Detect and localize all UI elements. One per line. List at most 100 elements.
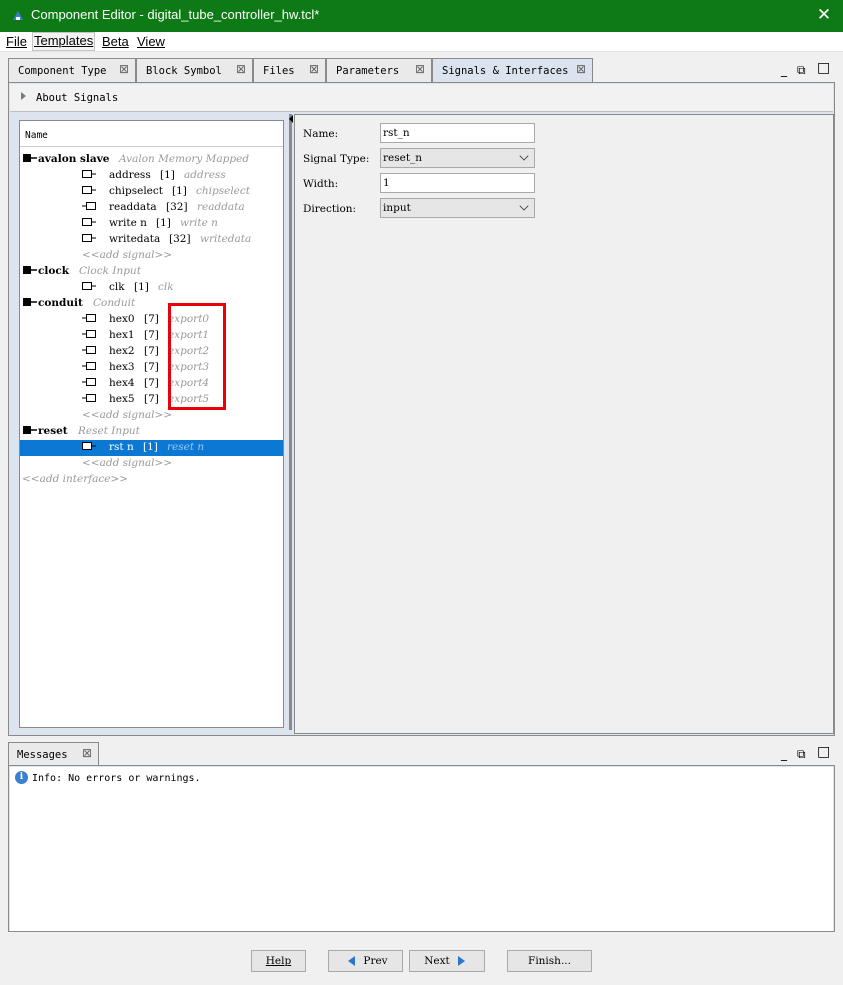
menu-file[interactable]: File bbox=[6, 34, 27, 49]
tree-signal-readdata[interactable]: readdata [32] readdata bbox=[20, 200, 283, 216]
prev-button[interactable]: Prev bbox=[328, 950, 403, 972]
signal-name: writedata bbox=[109, 233, 161, 245]
signal-name: hex3 bbox=[109, 361, 135, 373]
chevron-down-icon bbox=[519, 201, 529, 211]
tab-close-icon[interactable]: ⊠ bbox=[236, 62, 246, 76]
signal-name: chipselect bbox=[109, 185, 163, 197]
menu-view[interactable]: View bbox=[137, 34, 165, 49]
menu-beta[interactable]: Beta bbox=[102, 34, 129, 49]
tab-block-symbol[interactable]: Block Symbol ⊠ bbox=[136, 58, 253, 82]
signal-type-label: Signal Type: bbox=[303, 153, 370, 165]
tree-interface-clock[interactable]: clock Clock Input bbox=[20, 264, 283, 280]
tab-signals-interfaces[interactable]: Signals & Interfaces ⊠ bbox=[432, 58, 593, 82]
signal-type: chipselect bbox=[196, 185, 250, 197]
splitter-arrow-icon[interactable] bbox=[289, 115, 293, 123]
next-button[interactable]: Next bbox=[409, 950, 485, 972]
output-port-icon bbox=[82, 201, 96, 210]
restore-icon[interactable]: ⧉ bbox=[797, 63, 806, 78]
interface-type: Clock Input bbox=[79, 265, 141, 277]
signal-type: reset n bbox=[167, 441, 205, 453]
restore-icon[interactable]: ⧉ bbox=[797, 747, 806, 762]
direction-value: input bbox=[383, 202, 411, 214]
signal-name: write n bbox=[109, 217, 147, 229]
tree-signal-address[interactable]: address [1] address bbox=[20, 168, 283, 184]
about-signals-section[interactable]: About Signals bbox=[10, 84, 833, 112]
add-interface-label: <<add interface>> bbox=[22, 473, 129, 485]
name-input[interactable]: rst_n bbox=[380, 123, 535, 143]
direction-select[interactable]: input bbox=[380, 198, 535, 218]
info-message: Info: No errors or warnings. bbox=[32, 773, 201, 784]
tab-close-icon[interactable]: ⊠ bbox=[119, 62, 129, 76]
add-signal-link[interactable]: <<add signal>> bbox=[20, 408, 283, 424]
signal-width: [1] bbox=[156, 217, 171, 229]
tree-signal-rst-n[interactable]: rst n [1] reset n bbox=[20, 440, 283, 456]
interface-icon bbox=[23, 265, 37, 274]
tab-close-icon[interactable]: ⊠ bbox=[309, 62, 319, 76]
tree-signal-write-n[interactable]: write n [1] write n bbox=[20, 216, 283, 232]
tree-signal-chipselect[interactable]: chipselect [1] chipselect bbox=[20, 184, 283, 200]
input-port-icon bbox=[82, 217, 96, 226]
signal-width: [1] bbox=[172, 185, 187, 197]
signal-type: write n bbox=[180, 217, 218, 229]
menu-templates[interactable]: Templates bbox=[32, 32, 96, 51]
chevron-down-icon bbox=[519, 151, 529, 161]
add-interface-link[interactable]: <<add interface>> bbox=[20, 472, 283, 488]
messages-tab-strip: Messages ⊠ _ ⧉ □ bbox=[8, 742, 835, 766]
signal-name: hex5 bbox=[109, 393, 135, 405]
tree-interface-avalon-slave[interactable]: avalon slave Avalon Memory Mapped bbox=[20, 152, 283, 168]
output-port-icon bbox=[82, 313, 96, 322]
messages-list: i Info: No errors or warnings. bbox=[10, 767, 833, 931]
tab-files[interactable]: Files ⊠ bbox=[253, 58, 326, 82]
minimize-icon[interactable]: _ bbox=[781, 747, 787, 761]
help-button[interactable]: Help bbox=[251, 950, 306, 972]
width-input[interactable]: 1 bbox=[380, 173, 535, 193]
maximize-icon[interactable]: □ bbox=[817, 60, 830, 76]
tab-parameters[interactable]: Parameters ⊠ bbox=[326, 58, 432, 82]
tab-close-icon[interactable]: ⊠ bbox=[82, 746, 92, 760]
output-port-icon bbox=[82, 393, 96, 402]
editor-tab-strip: Component Type ⊠ Block Symbol ⊠ Files ⊠ … bbox=[8, 58, 835, 82]
signal-type-select[interactable]: reset_n bbox=[380, 148, 535, 168]
signal-width: [7] bbox=[144, 377, 159, 389]
signal-width: [1] bbox=[143, 441, 158, 453]
add-signal-link[interactable]: <<add signal>> bbox=[20, 248, 283, 264]
minimize-icon[interactable]: _ bbox=[781, 63, 787, 77]
signal-type: writedata bbox=[200, 233, 252, 245]
input-port-icon bbox=[82, 185, 96, 194]
tree-signal-hex1[interactable]: hex1 [7] export1 bbox=[20, 328, 283, 344]
tree-signal-hex5[interactable]: hex5 [7] export5 bbox=[20, 392, 283, 408]
input-port-icon bbox=[82, 233, 96, 242]
interface-name: clock bbox=[38, 265, 70, 277]
tab-component-type[interactable]: Component Type ⊠ bbox=[8, 58, 136, 82]
name-label: Name: bbox=[303, 128, 339, 140]
signal-type-value: reset_n bbox=[383, 152, 423, 164]
close-icon[interactable]: ✕ bbox=[813, 4, 835, 26]
interface-icon bbox=[23, 153, 37, 162]
output-port-icon bbox=[82, 377, 96, 386]
maximize-icon[interactable]: □ bbox=[817, 744, 830, 760]
interface-name: reset bbox=[38, 425, 68, 437]
tree-interface-reset[interactable]: reset Reset Input bbox=[20, 424, 283, 440]
tree-signal-clk[interactable]: clk [1] clk bbox=[20, 280, 283, 296]
tree-signal-hex0[interactable]: hex0 [7] export0 bbox=[20, 312, 283, 328]
tree-interface-conduit[interactable]: conduit Conduit bbox=[20, 296, 283, 312]
tree-signal-hex4[interactable]: hex4 [7] export4 bbox=[20, 376, 283, 392]
signal-width: [7] bbox=[144, 345, 159, 357]
signal-name: rst n bbox=[109, 441, 134, 453]
tree-signal-hex2[interactable]: hex2 [7] export2 bbox=[20, 344, 283, 360]
add-signal-link[interactable]: <<add signal>> bbox=[20, 456, 283, 472]
tab-close-icon[interactable]: ⊠ bbox=[415, 62, 425, 76]
finish-button[interactable]: Finish... bbox=[507, 950, 592, 972]
tab-label: Messages bbox=[17, 749, 68, 761]
tab-messages[interactable]: Messages ⊠ bbox=[8, 742, 99, 766]
tree-signal-hex3[interactable]: hex3 [7] export3 bbox=[20, 360, 283, 376]
messages-panel: i Info: No errors or warnings. bbox=[8, 765, 835, 932]
input-port-icon bbox=[82, 169, 96, 178]
signal-width: [7] bbox=[144, 313, 159, 325]
tab-close-icon[interactable]: ⊠ bbox=[576, 62, 586, 76]
signal-width: [1] bbox=[160, 169, 175, 181]
tree-signal-writedata[interactable]: writedata [32] writedata bbox=[20, 232, 283, 248]
info-icon: i bbox=[15, 771, 28, 784]
expand-triangle-icon[interactable] bbox=[21, 92, 26, 100]
splitter[interactable] bbox=[289, 114, 292, 730]
